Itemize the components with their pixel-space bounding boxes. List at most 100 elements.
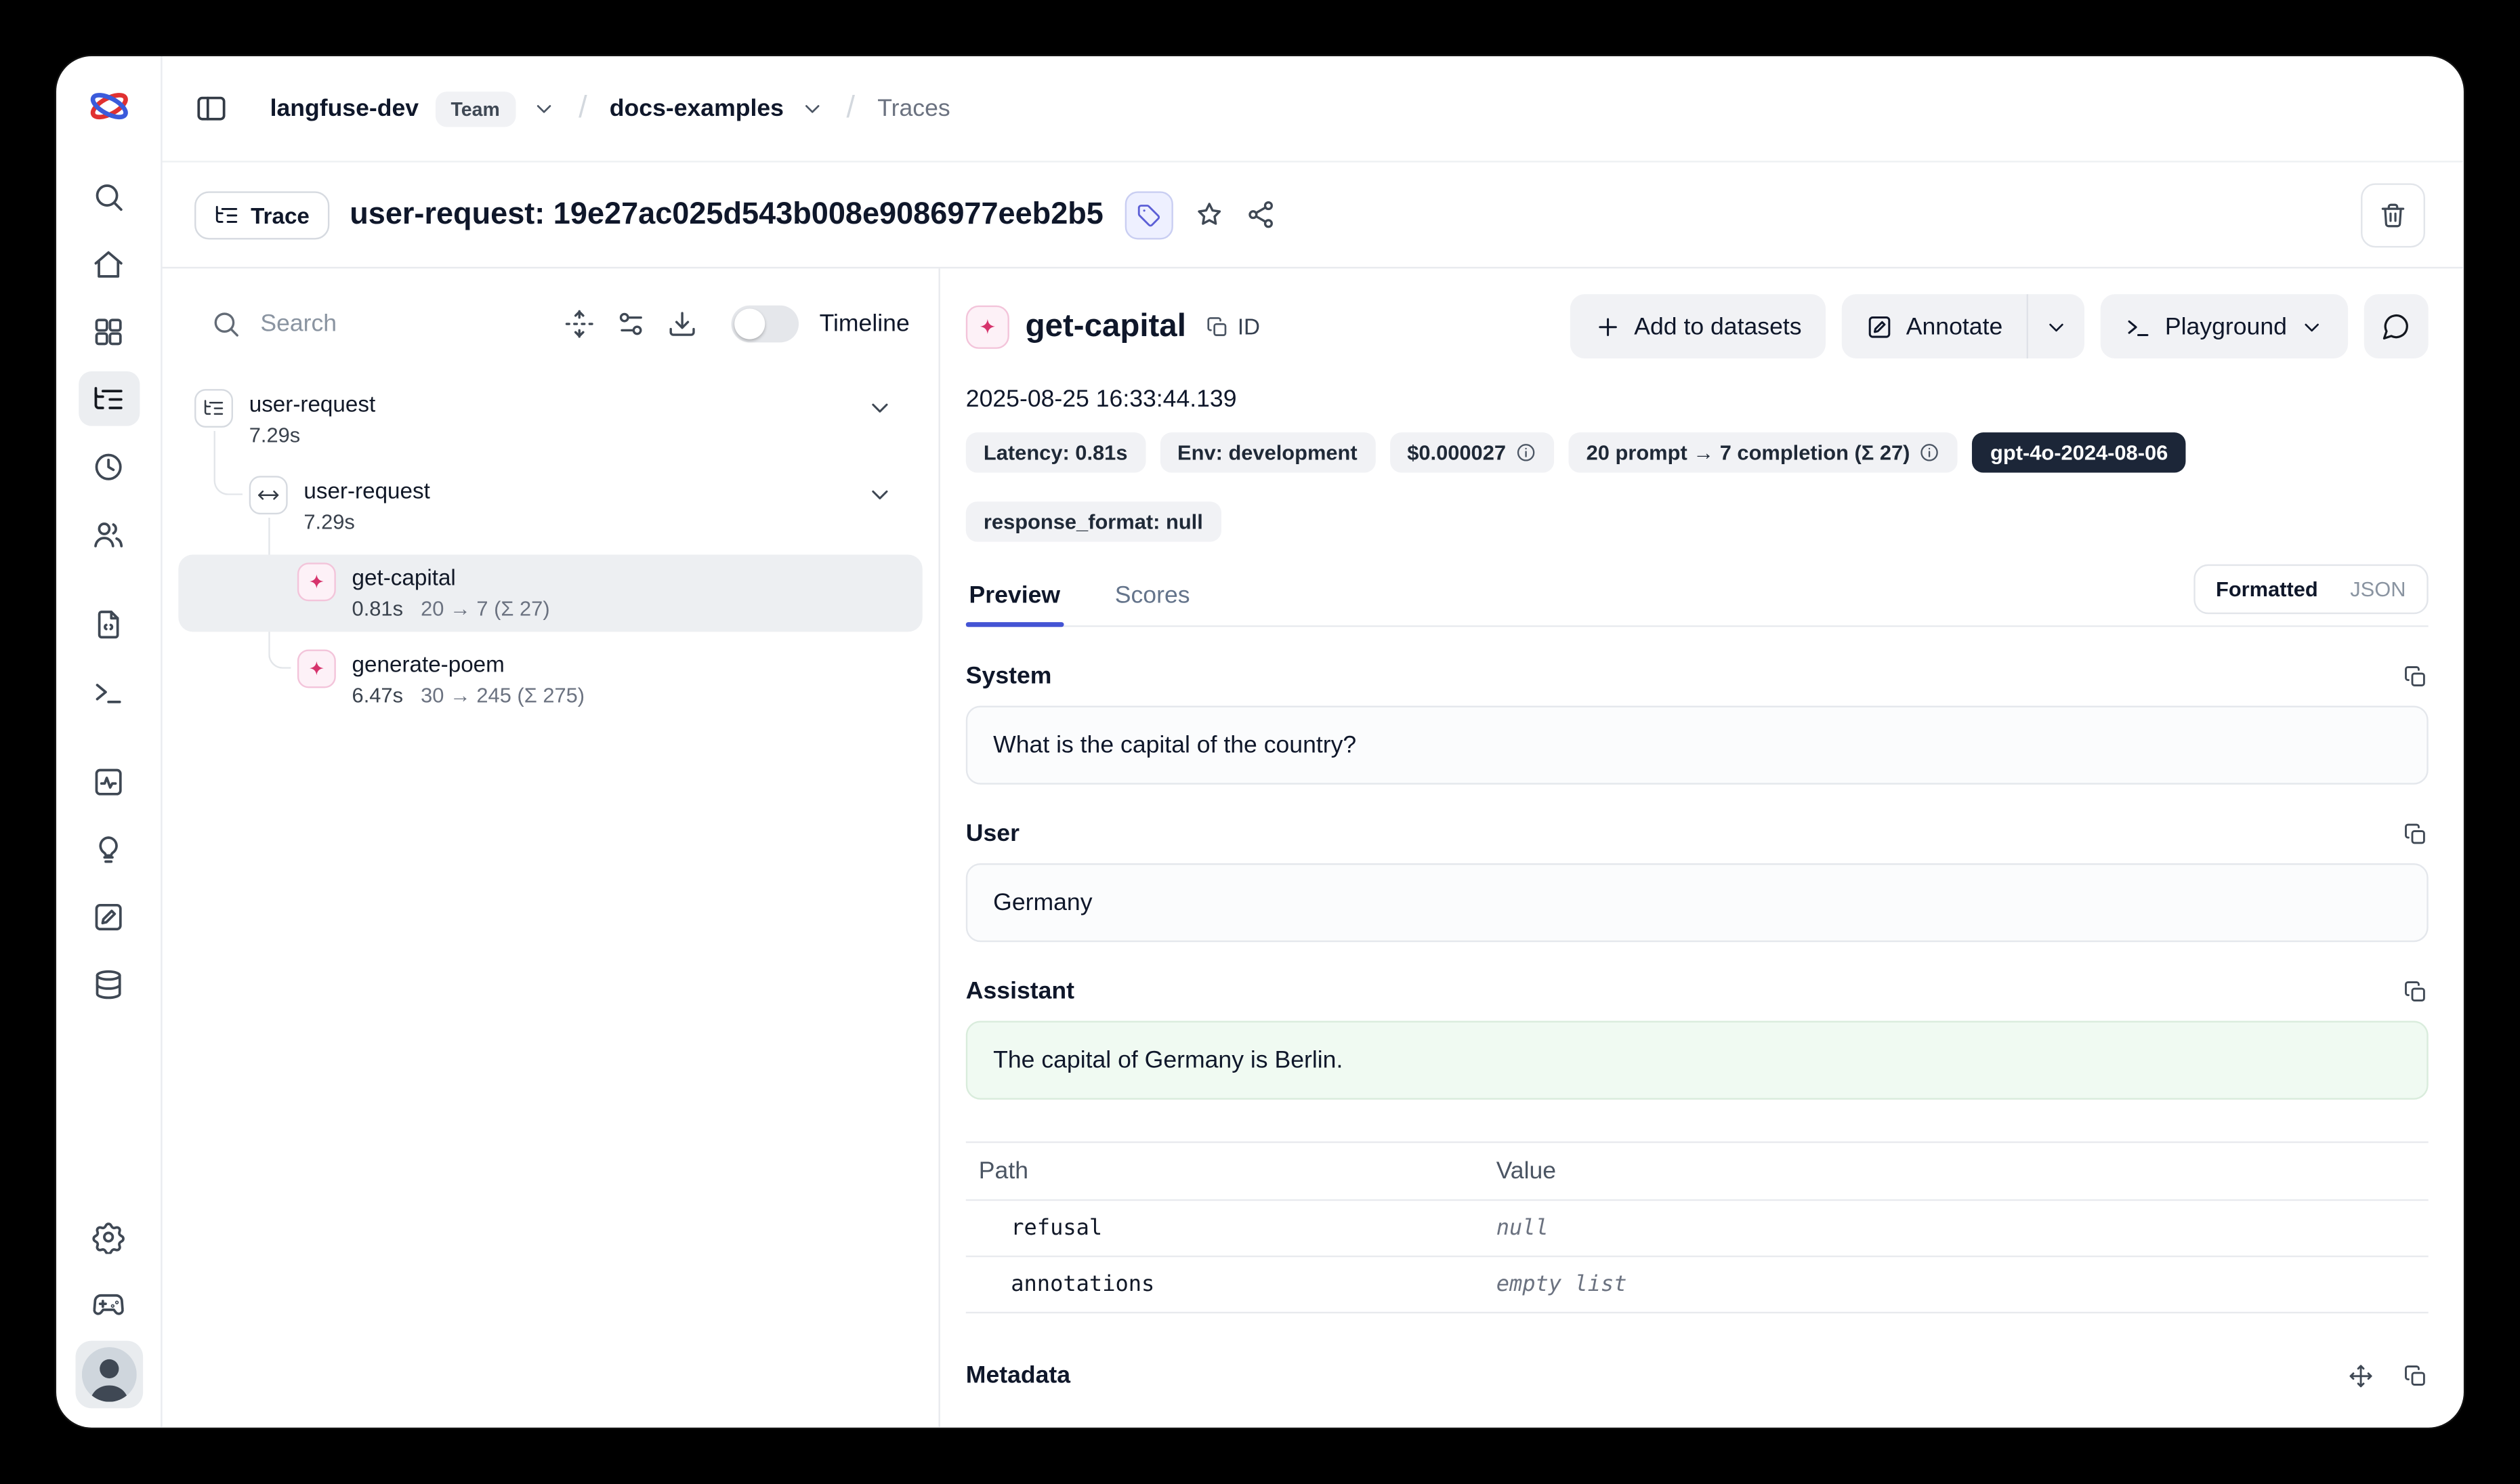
- trace-header-bar: Trace user-request: 19e27ac025d543b008e9…: [163, 163, 2464, 269]
- project-chevron-down-icon[interactable]: [800, 96, 824, 121]
- chevron-down-icon[interactable]: [866, 480, 894, 508]
- node-label: generate-poem: [352, 649, 585, 680]
- main-area: langfuse-dev Team / docs-examples / Trac…: [163, 56, 2464, 1428]
- observation-badges: Latency: 0.81s Env: development $0.00002…: [966, 432, 2429, 541]
- annotate-dropdown-button[interactable]: [2027, 294, 2084, 358]
- user-avatar[interactable]: [75, 1341, 142, 1409]
- breadcrumb-separator: /: [840, 91, 862, 126]
- row-value: empty list: [1496, 1257, 2429, 1312]
- chevron-down-icon[interactable]: [866, 394, 894, 421]
- tree-node-generate-poem[interactable]: generate-poem 6.47s 30 → 245 (Σ 275): [178, 642, 922, 719]
- playground-icon[interactable]: [78, 664, 139, 719]
- section-label: System: [966, 662, 1052, 689]
- detail-header: get-capital ID Add to datasets: [966, 294, 2429, 358]
- assistant-message-box: The capital of Germany is Berlin.: [966, 1021, 2429, 1099]
- share-icon[interactable]: [1245, 199, 1276, 230]
- prompts-icon[interactable]: [78, 596, 139, 651]
- node-tokens: 30 → 245 (Σ 275): [421, 682, 585, 711]
- tab-scores[interactable]: Scores: [1112, 569, 1193, 625]
- user-section-header: User: [966, 820, 2429, 847]
- node-label: user-request: [249, 389, 375, 419]
- observation-timestamp: 2025-08-25 16:33:44.139: [966, 386, 2429, 413]
- drag-handle-icon[interactable]: [2348, 1363, 2374, 1388]
- trace-type-label: Trace: [251, 202, 310, 228]
- tab-preview[interactable]: Preview: [966, 569, 1064, 625]
- project-name[interactable]: docs-examples: [610, 95, 784, 122]
- row-path: annotations: [966, 1257, 1496, 1312]
- format-toggle: Formatted JSON: [2193, 564, 2429, 615]
- column-header-path: Path: [966, 1143, 1496, 1199]
- insights-icon[interactable]: [78, 821, 139, 876]
- generation-icon: [297, 649, 336, 688]
- timeline-toggle-label: Timeline: [820, 310, 910, 337]
- tag-icon[interactable]: [1125, 190, 1173, 239]
- org-chevron-down-icon[interactable]: [532, 96, 556, 121]
- trace-title: user-request: 19e27ac025d543b008e9086977…: [350, 197, 1104, 232]
- format-json[interactable]: JSON: [2334, 571, 2422, 608]
- copy-icon[interactable]: [2403, 821, 2429, 846]
- users-icon[interactable]: [78, 506, 139, 561]
- observation-detail-panel: get-capital ID Add to datasets: [940, 268, 2464, 1428]
- breadcrumb: langfuse-dev Team / docs-examples / Trac…: [163, 56, 2464, 163]
- breadcrumb-section[interactable]: Traces: [877, 95, 950, 122]
- star-icon[interactable]: [1194, 199, 1224, 230]
- comments-button[interactable]: [2364, 294, 2429, 358]
- tree-search: [211, 308, 543, 338]
- evaluation-icon[interactable]: [78, 754, 139, 809]
- playground-button[interactable]: Playground: [2101, 294, 2348, 358]
- chevron-down-icon: [2044, 314, 2069, 339]
- cost-badge[interactable]: $0.000027: [1389, 432, 1554, 472]
- sessions-icon[interactable]: [78, 439, 139, 494]
- section-label: Assistant: [966, 977, 1074, 1004]
- dashboards-icon[interactable]: [78, 304, 139, 358]
- trace-type-badge: Trace: [194, 190, 329, 239]
- trace-tree: user-request 7.29s user-reques: [163, 381, 939, 1427]
- annotations-icon[interactable]: [78, 889, 139, 944]
- column-header-value: Value: [1496, 1143, 2429, 1199]
- user-message-box: Germany: [966, 863, 2429, 942]
- table-header-row: Path Value: [966, 1143, 2429, 1201]
- expand-collapse-icon[interactable]: [564, 308, 594, 338]
- delete-trace-button[interactable]: [2361, 182, 2425, 247]
- tree-node-get-capital[interactable]: get-capital 0.81s 20 → 7 (Σ 27): [178, 554, 922, 632]
- node-duration: 7.29s: [249, 421, 300, 451]
- annotate-split-button: Annotate: [1842, 294, 2084, 358]
- trace-tree-panel: Timeline user-request 7.29s: [163, 268, 940, 1428]
- node-duration: 6.47s: [352, 682, 403, 711]
- support-icon[interactable]: [78, 1277, 139, 1332]
- copy-id-button[interactable]: ID: [1205, 314, 1260, 339]
- breadcrumb-separator: /: [572, 91, 594, 126]
- timeline-toggle[interactable]: [731, 305, 799, 342]
- node-duration: 0.81s: [352, 595, 403, 624]
- home-icon[interactable]: [78, 236, 139, 291]
- screen: langfuse-dev Team / docs-examples / Trac…: [0, 0, 2520, 1484]
- search-input[interactable]: [260, 310, 421, 337]
- tree-node-user-request-span[interactable]: user-request 7.29s: [178, 468, 922, 545]
- node-label: user-request: [303, 476, 429, 506]
- output-detail-table: Path Value refusal null annotations empt…: [966, 1141, 2429, 1313]
- copy-icon[interactable]: [2403, 663, 2429, 689]
- node-label: get-capital: [352, 562, 550, 593]
- copy-icon: [1205, 314, 1230, 339]
- org-name[interactable]: langfuse-dev: [270, 95, 419, 122]
- settings-icon[interactable]: [78, 1209, 139, 1264]
- tokens-badge[interactable]: 20 prompt → 7 completion (Σ 27): [1569, 432, 1958, 472]
- format-formatted[interactable]: Formatted: [2200, 571, 2334, 608]
- view-settings-icon[interactable]: [615, 308, 646, 338]
- copy-icon[interactable]: [2403, 978, 2429, 1004]
- datasets-icon[interactable]: [78, 957, 139, 1012]
- sidebar-toggle-icon[interactable]: [194, 91, 228, 125]
- search-icon[interactable]: [78, 169, 139, 224]
- id-label: ID: [1238, 314, 1260, 339]
- langfuse-logo[interactable]: [85, 82, 133, 130]
- add-to-datasets-button[interactable]: Add to datasets: [1570, 294, 1826, 358]
- tree-node-user-request[interactable]: user-request 7.29s: [178, 381, 922, 458]
- node-tokens: 20 → 7 (Σ 27): [421, 595, 549, 624]
- annotate-button[interactable]: Annotate: [1842, 294, 2027, 358]
- model-badge[interactable]: gpt-4o-2024-08-06: [1973, 432, 2185, 472]
- content-area: Timeline user-request 7.29s: [163, 268, 2464, 1428]
- response-format-badge: response_format: null: [966, 501, 1221, 541]
- download-icon[interactable]: [667, 308, 697, 338]
- traces-icon[interactable]: [78, 371, 139, 426]
- copy-icon[interactable]: [2403, 1363, 2429, 1388]
